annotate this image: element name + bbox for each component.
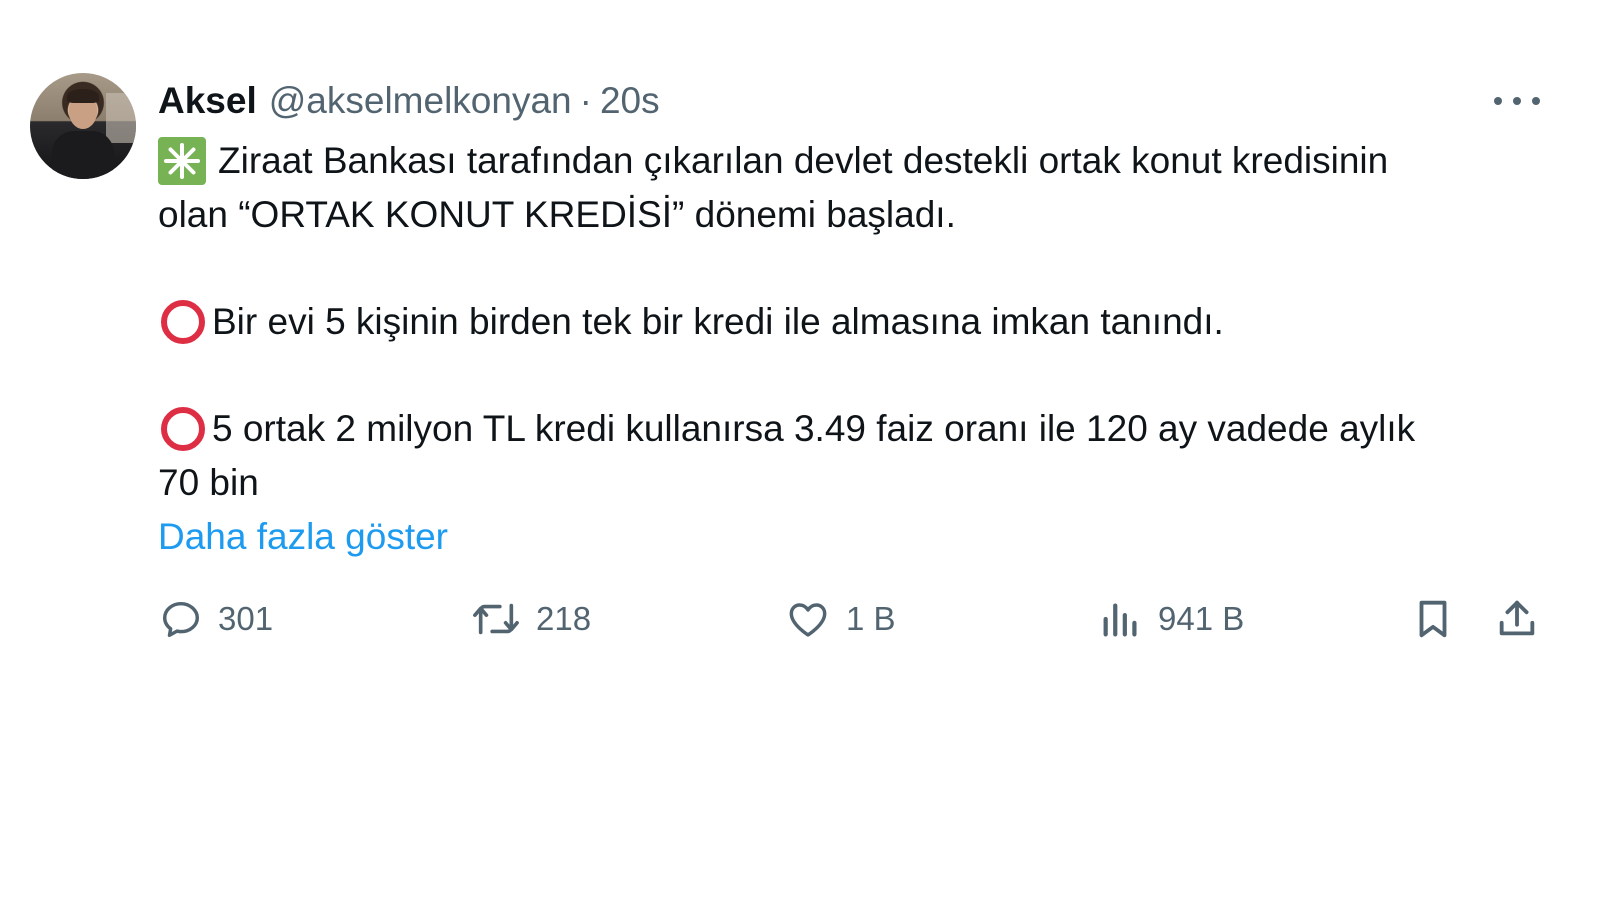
tweet-line-text: 5 ortak 2 milyon TL kredi kullanırsa 3.4… xyxy=(212,408,1416,449)
views-count: 941 B xyxy=(1158,600,1245,637)
avatar-body xyxy=(52,131,114,179)
tweet-line: Ziraat Bankası tarafından çıkarılan devl… xyxy=(158,134,1558,188)
tweet-line: Bir evi 5 kişinin birden tek bir kredi i… xyxy=(158,295,1558,349)
tweet-line: olan “ORTAK KONUT KREDİSİ” dönemi başlad… xyxy=(158,188,1558,242)
avatar-background xyxy=(106,93,136,143)
share-icon xyxy=(1499,600,1535,636)
avatar-hair xyxy=(67,89,99,103)
analytics-icon xyxy=(1103,603,1137,637)
reply-button[interactable]: 301 xyxy=(158,594,273,644)
tweet-line: 5 ortak 2 milyon TL kredi kullanırsa 3.4… xyxy=(158,402,1558,456)
retweet-count: 218 xyxy=(536,600,592,637)
more-options-icon[interactable] xyxy=(1494,86,1540,116)
more-dot xyxy=(1532,97,1540,105)
show-more-link[interactable]: Daha fazla göster xyxy=(158,510,448,564)
tweet-line: 70 bin xyxy=(158,456,1558,510)
author-handle[interactable]: @akselmelkonyan xyxy=(269,80,572,122)
tweet-card[interactable]: Aksel @akselmelkonyan · 20s Ziraat Banka… xyxy=(0,0,1600,900)
tweet-line-text: 70 bin xyxy=(158,462,259,503)
views-button[interactable]: 941 B xyxy=(1098,594,1244,644)
bookmark-icon xyxy=(1419,600,1447,638)
avatar[interactable] xyxy=(30,73,136,179)
show-more-row: Daha fazla göster xyxy=(158,510,1558,564)
reply-icon xyxy=(162,601,200,638)
like-button[interactable]: 1 B xyxy=(784,594,896,644)
tweet-text: Ziraat Bankası tarafından çıkarılan devl… xyxy=(158,134,1558,564)
tweet-line-text: Ziraat Bankası tarafından çıkarılan devl… xyxy=(218,140,1389,181)
eight-spoked-asterisk-icon xyxy=(158,137,206,185)
like-count: 1 B xyxy=(846,600,896,637)
hollow-red-circle-icon xyxy=(161,300,205,344)
tweet-time[interactable]: 20s xyxy=(600,80,660,122)
more-dot xyxy=(1513,97,1521,105)
reply-count: 301 xyxy=(218,600,274,637)
hollow-red-circle-icon xyxy=(161,407,205,451)
bookmark-button[interactable] xyxy=(1410,594,1456,644)
header-separator: · xyxy=(579,80,592,121)
retweet-icon xyxy=(473,603,519,635)
heart-icon xyxy=(789,603,827,637)
tweet-actions: 301 218 1 B 941 B xyxy=(158,594,1548,644)
tweet-line-text: olan “ORTAK KONUT KREDİSİ” dönemi başlad… xyxy=(158,194,956,235)
retweet-button[interactable]: 218 xyxy=(470,594,591,644)
share-button[interactable] xyxy=(1494,594,1540,644)
tweet-line-text: Bir evi 5 kişinin birden tek bir kredi i… xyxy=(212,301,1224,342)
author-name[interactable]: Aksel xyxy=(158,80,257,122)
tweet-header: Aksel @akselmelkonyan · 20s xyxy=(158,76,660,126)
more-dot xyxy=(1494,97,1502,105)
